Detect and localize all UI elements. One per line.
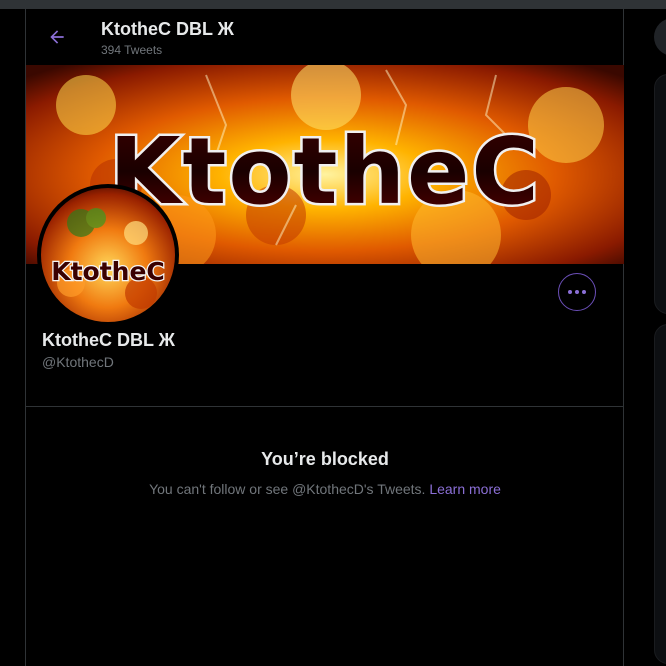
more-horizontal-icon bbox=[567, 290, 588, 294]
window-top-strip bbox=[0, 0, 666, 9]
avatar-image: KtotheC bbox=[41, 188, 175, 322]
blocked-message-text: You can't follow or see @KtothecD's Twee… bbox=[149, 481, 426, 497]
banner-text: KtotheC bbox=[109, 118, 541, 225]
profile-handle: @KtothecD bbox=[42, 354, 114, 370]
header-title: KtotheC DBL Ж bbox=[101, 19, 234, 39]
display-name: KtotheC DBL Ж bbox=[42, 330, 175, 350]
sidebar-panel bbox=[654, 74, 666, 314]
avatar-text: KtotheC bbox=[51, 257, 165, 286]
more-button[interactable] bbox=[558, 273, 596, 311]
back-arrow-icon bbox=[50, 30, 64, 44]
divider bbox=[26, 406, 624, 407]
right-sidebar bbox=[654, 18, 666, 664]
profile-header: KtotheC DBL Ж 394 Tweets bbox=[26, 9, 623, 65]
profile-column: KtotheC DBL Ж 394 Tweets KtotheC KtotheC… bbox=[25, 9, 624, 666]
tweet-count: 394 Tweets bbox=[101, 43, 163, 57]
blocked-message: You can't follow or see @KtothecD's Twee… bbox=[26, 481, 624, 497]
blocked-title: You’re blocked bbox=[261, 449, 389, 469]
avatar[interactable]: KtotheC bbox=[37, 184, 179, 326]
learn-more-link[interactable]: Learn more bbox=[429, 481, 501, 497]
back-button[interactable] bbox=[42, 22, 72, 52]
sidebar-panel bbox=[654, 324, 666, 664]
search-bar[interactable] bbox=[654, 18, 666, 56]
